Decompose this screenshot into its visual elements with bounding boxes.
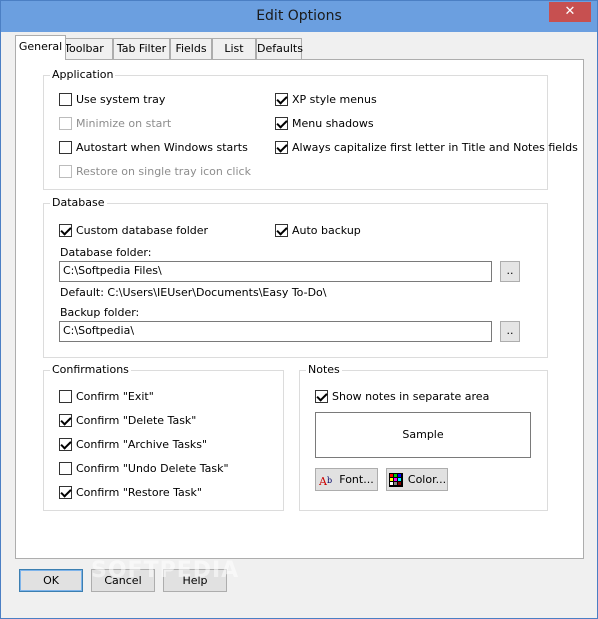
checkbox-label: Menu shadows [292,116,374,130]
checkbox-box[interactable] [59,140,72,154]
confirmations-group-label: Confirmations [50,363,131,376]
confirm-exit-checkbox[interactable]: Confirm "Exit" [59,388,154,404]
checkbox-box[interactable] [59,389,72,403]
checkbox-label: Confirm "Delete Task" [76,413,197,427]
checkbox-box[interactable] [275,223,288,237]
database-group: Database Custom database folder Auto bac… [43,196,548,358]
checkbox-box[interactable] [275,140,288,154]
dialog-client: Toolbar Tab Filter Fields List Defaults … [9,32,589,612]
softpedia-watermark: SOFTPEDIA [91,558,240,583]
checkbox-box[interactable] [315,389,328,403]
checkbox-box[interactable] [59,92,72,106]
checkbox-box[interactable] [59,413,72,427]
ok-button[interactable]: OK [19,569,83,592]
checkbox-label: Always capitalize first letter in Title … [292,140,578,154]
browse-database-folder-button[interactable]: .. [500,261,520,282]
font-button-label: Font... [339,473,374,486]
color-button[interactable]: Color... [386,468,448,491]
browse-backup-folder-button[interactable]: .. [500,321,520,342]
checkbox-label: XP style menus [292,92,377,106]
notes-group: Notes Show notes in separate area Sample… [299,363,548,511]
color-button-label: Color... [407,473,447,486]
xp-style-menus-checkbox[interactable]: XP style menus [275,91,377,107]
checkbox-label: Confirm "Exit" [76,389,154,403]
show-notes-separate-checkbox[interactable]: Show notes in separate area [315,388,489,404]
checkbox-label: Confirm "Archive Tasks" [76,437,208,451]
checkbox-box[interactable] [59,437,72,451]
checkbox-box[interactable] [59,485,72,499]
checkbox-label: Autostart when Windows starts [76,140,248,154]
tab-defaults[interactable]: Defaults [256,38,303,59]
checkbox-box[interactable] [59,164,72,178]
checkbox-box[interactable] [275,92,288,106]
autostart-checkbox[interactable]: Autostart when Windows starts [59,139,248,155]
application-group: Application Use system tray Minimize on … [43,68,578,190]
edit-options-dialog: Edit Options ✕ Toolbar Tab Filter Fields… [0,0,598,619]
confirmations-group: Confirmations Confirm "Exit" Confirm "De… [43,363,284,511]
title-bar[interactable]: Edit Options ✕ [1,1,597,32]
backup-folder-field[interactable]: C:\Softpedia\ [59,321,492,342]
notes-sample-preview: Sample [315,412,531,458]
checkbox-box[interactable] [275,116,288,130]
checkbox-label: Use system tray [76,92,166,106]
font-button[interactable]: A b Font... [315,468,378,491]
confirm-archive-tasks-checkbox[interactable]: Confirm "Archive Tasks" [59,436,207,452]
window-title: Edit Options [256,8,342,24]
close-button[interactable]: ✕ [549,2,591,22]
use-system-tray-checkbox[interactable]: Use system tray [59,91,165,107]
confirm-delete-task-checkbox[interactable]: Confirm "Delete Task" [59,412,196,428]
checkbox-label: Minimize on start [76,116,172,130]
backup-folder-label: Backup folder: [60,306,140,319]
tab-tab-filter[interactable]: Tab Filter [113,38,170,59]
checkbox-box[interactable] [59,116,72,130]
notes-group-label: Notes [306,363,342,376]
font-icon: A b [319,475,332,487]
default-folder-text: Default: C:\Users\IEUser\Documents\Easy … [60,286,327,299]
color-palette-icon [388,472,403,487]
minimize-on-start-checkbox[interactable]: Minimize on start [59,115,171,131]
restore-single-click-checkbox[interactable]: Restore on single tray icon click [59,163,251,179]
application-group-label: Application [50,68,116,81]
auto-backup-checkbox[interactable]: Auto backup [275,222,361,238]
checkbox-box[interactable] [59,223,72,237]
tab-fields[interactable]: Fields [170,38,212,59]
checkbox-label: Auto backup [292,223,361,237]
confirm-undo-delete-task-checkbox[interactable]: Confirm "Undo Delete Task" [59,460,229,476]
database-group-label: Database [50,196,107,209]
checkbox-label: Confirm "Undo Delete Task" [76,461,229,475]
capitalize-first-letter-checkbox[interactable]: Always capitalize first letter in Title … [275,139,578,155]
tab-list[interactable]: List [212,38,256,59]
menu-shadows-checkbox[interactable]: Menu shadows [275,115,374,131]
custom-database-folder-checkbox[interactable]: Custom database folder [59,222,208,238]
general-tab-panel: Application Use system tray Minimize on … [15,59,584,559]
checkbox-label: Confirm "Restore Task" [76,485,202,499]
checkbox-label: Custom database folder [76,223,209,237]
svg-text:b: b [327,476,332,485]
database-folder-label: Database folder: [60,246,152,259]
confirm-restore-task-checkbox[interactable]: Confirm "Restore Task" [59,484,202,500]
checkbox-label: Show notes in separate area [332,389,490,403]
tab-general[interactable]: General [15,35,66,60]
checkbox-box[interactable] [59,461,72,475]
checkbox-label: Restore on single tray icon click [76,164,251,178]
database-folder-field[interactable]: C:\Softpedia Files\ [59,261,492,282]
